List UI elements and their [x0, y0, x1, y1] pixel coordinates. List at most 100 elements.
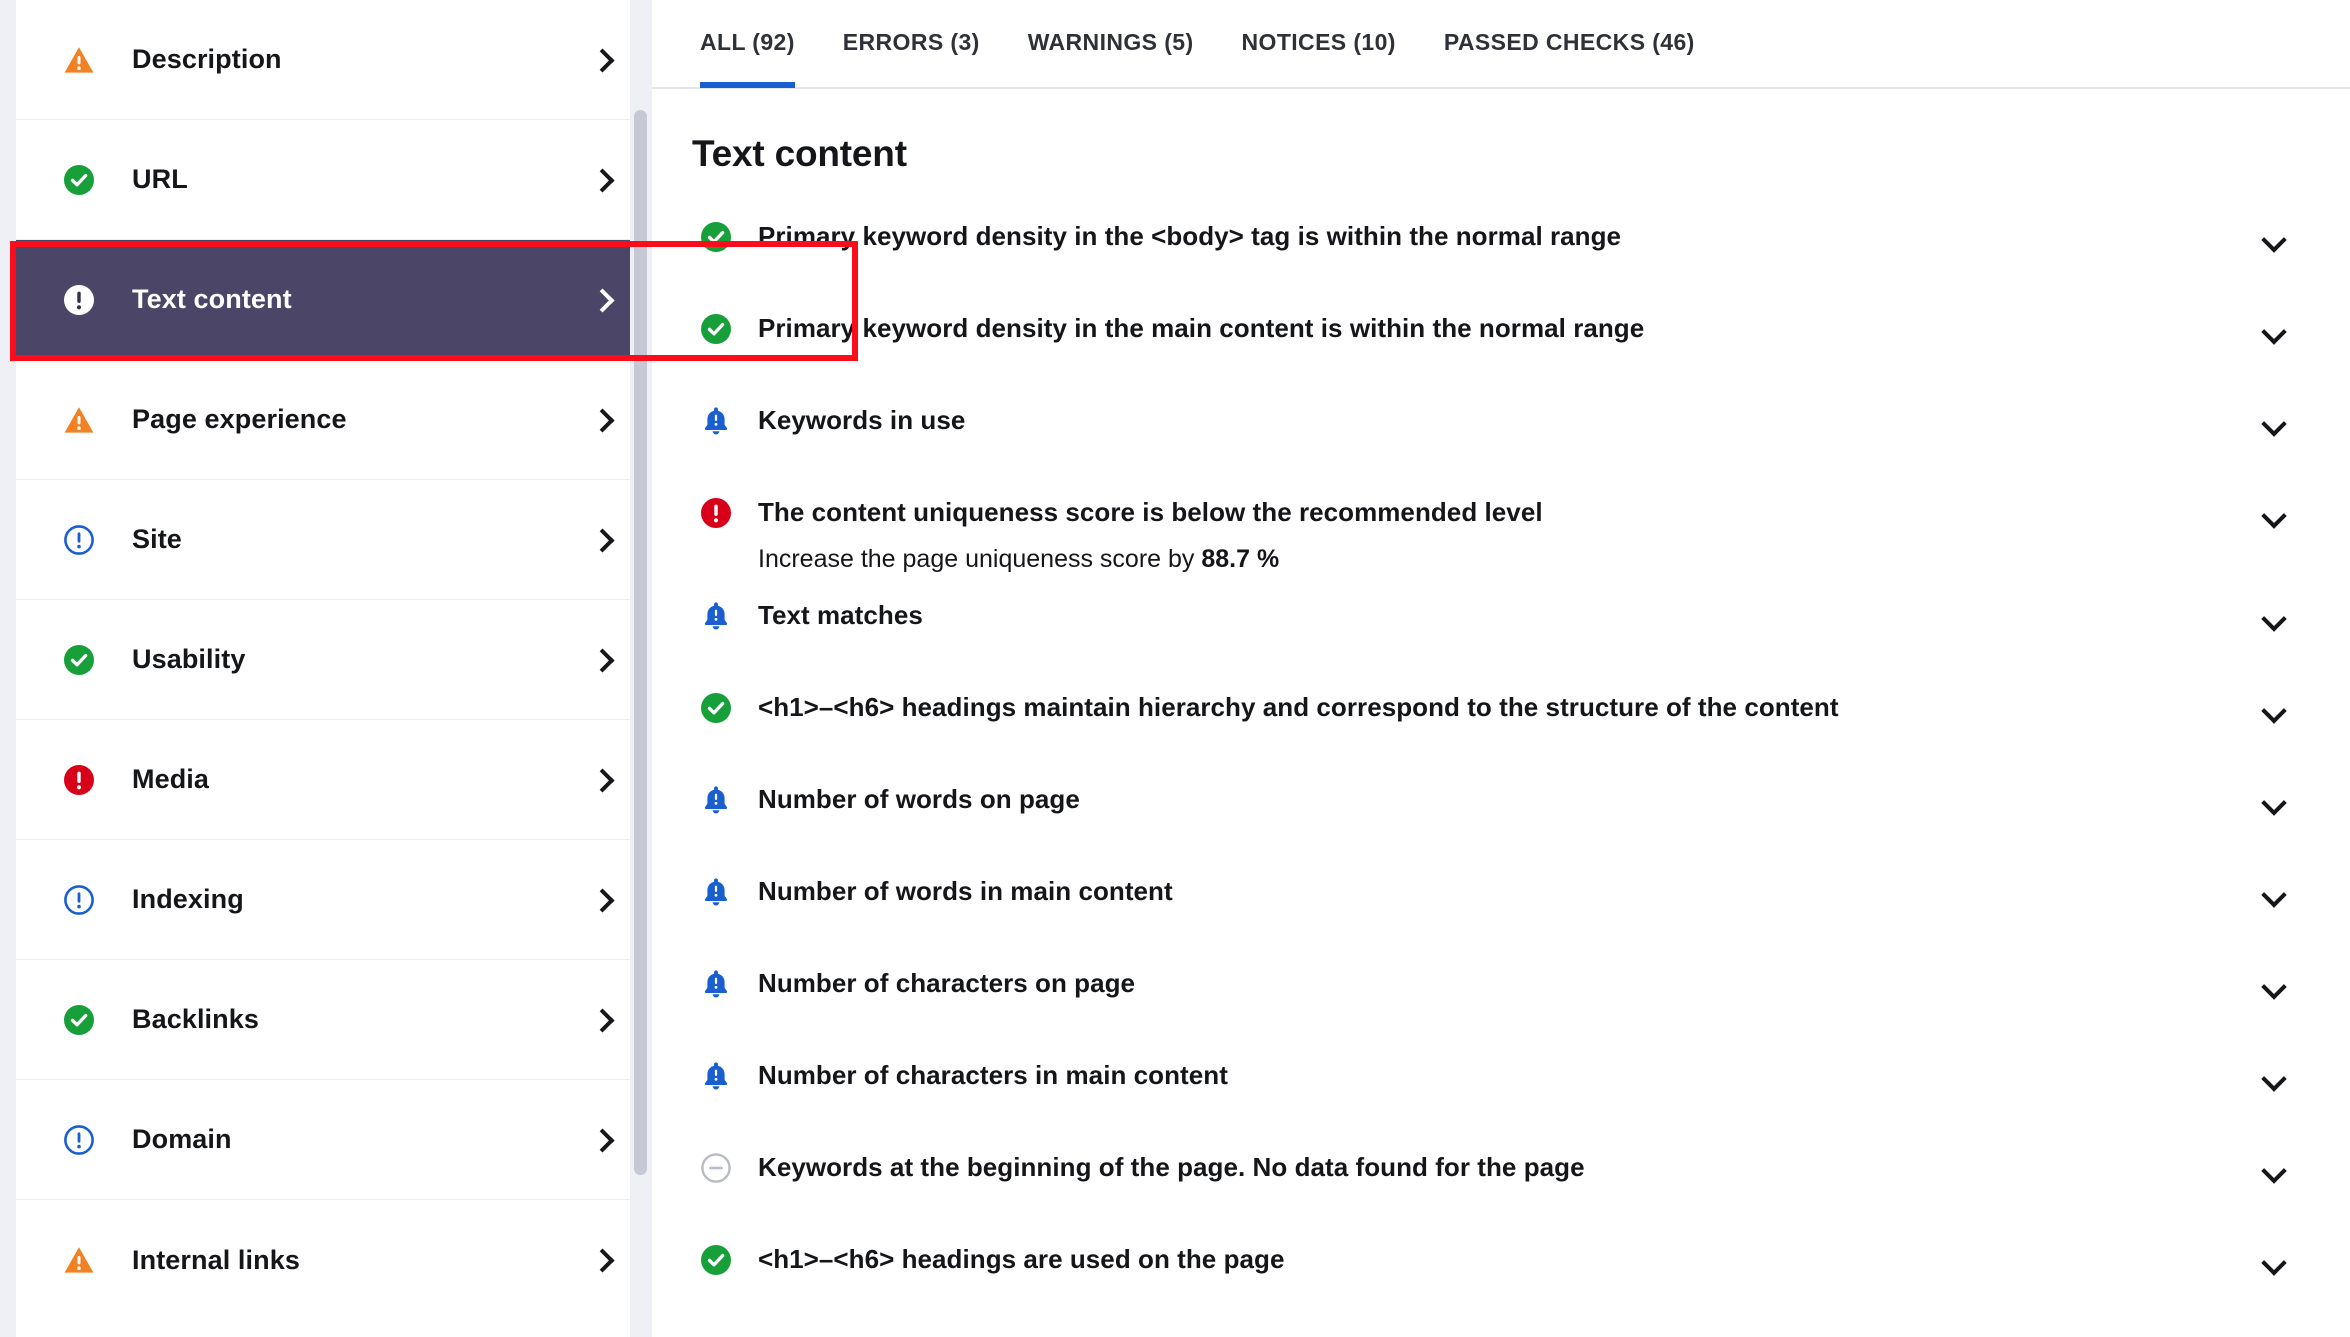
filter-tabbar: ALL (92) ERRORS (3) WARNINGS (5) NOTICES (1…	[652, 0, 2350, 89]
sidebar-scrollbar-thumb[interactable]	[634, 110, 647, 1175]
chevron-right-icon[interactable]	[592, 525, 614, 555]
check-content: Number of characters on page	[758, 950, 2260, 1007]
notice-bell-icon	[700, 1060, 732, 1092]
check-subtext-lead: Increase the page uniqueness score by	[758, 545, 1202, 573]
sidebar-item-label: Site	[132, 524, 182, 554]
sidebar-item-label: Backlinks	[132, 1004, 259, 1034]
chevron-down-icon[interactable]	[2260, 409, 2290, 439]
chevron-right-icon[interactable]	[592, 765, 614, 795]
sidebar-item-page-experience[interactable]: Page experience	[16, 360, 648, 480]
chevron-down-icon[interactable]	[2260, 317, 2290, 347]
sidebar-item-label: Domain	[132, 1124, 232, 1154]
error-circle-icon	[62, 283, 96, 317]
chevron-down-icon[interactable]	[2260, 501, 2290, 531]
chevron-right-icon[interactable]	[592, 285, 614, 315]
success-check-icon	[700, 221, 732, 253]
chevron-right-icon[interactable]	[592, 885, 614, 915]
info-circle-icon	[62, 523, 96, 557]
check-row[interactable]: Primary keyword density in the <body> ta…	[652, 203, 2350, 295]
success-check-icon	[62, 1003, 96, 1037]
check-row[interactable]: <h1>–<h6> headings are used on the page	[652, 1226, 2350, 1318]
error-circle-icon	[62, 763, 96, 797]
chevron-right-icon[interactable]	[592, 1125, 614, 1155]
chevron-down-icon[interactable]	[2260, 880, 2290, 910]
sidebar-item-label: Description	[132, 44, 282, 74]
check-row[interactable]: Number of words in main content	[652, 858, 2350, 950]
chevron-right-icon[interactable]	[592, 405, 614, 435]
notice-bell-icon	[700, 968, 732, 1000]
chevron-down-icon[interactable]	[2260, 1156, 2290, 1186]
tab-notices[interactable]: NOTICES (10)	[1242, 0, 1396, 88]
success-check-icon	[700, 313, 732, 345]
chevron-down-icon[interactable]	[2260, 1248, 2290, 1278]
check-row[interactable]: Primary keyword density in the main cont…	[652, 295, 2350, 387]
check-row[interactable]: Text matches	[652, 582, 2350, 674]
sidebar-item-domain[interactable]: Domain	[16, 1080, 648, 1200]
page-title: Text content	[692, 133, 907, 174]
notice-bell-icon	[700, 876, 732, 908]
check-label: Number of characters in main content	[758, 1060, 1228, 1090]
check-content: Number of words on page	[758, 766, 2260, 823]
sidebar-item-text-content[interactable]: Text content	[16, 240, 648, 360]
tab-warnings[interactable]: WARNINGS (5)	[1028, 0, 1194, 88]
check-label: Keywords in use	[758, 405, 966, 435]
check-row[interactable]: Number of words on page	[652, 766, 2350, 858]
chevron-down-icon[interactable]	[2260, 225, 2290, 255]
check-content: Keywords at the beginning of the page. N…	[758, 1134, 2260, 1191]
check-row[interactable]: The content uniqueness score is below th…	[652, 479, 2350, 582]
check-row[interactable]: Keywords at the beginning of the page. N…	[652, 1134, 2350, 1226]
sidebar-item-backlinks[interactable]: Backlinks	[16, 960, 648, 1080]
sidebar-item-label: Indexing	[132, 884, 244, 914]
check-label: Number of characters on page	[758, 968, 1136, 998]
chevron-right-icon[interactable]	[592, 165, 614, 195]
chevron-down-icon[interactable]	[2260, 604, 2290, 634]
sidebar-item-url[interactable]: URL	[16, 120, 648, 240]
no-data-minus-icon	[700, 1152, 732, 1184]
warning-triangle-icon	[62, 403, 96, 437]
check-row[interactable]: Number of characters in main content	[652, 1042, 2350, 1134]
chevron-right-icon[interactable]	[592, 45, 614, 75]
sidebar-item-internal-links[interactable]: Internal links	[16, 1200, 648, 1320]
sidebar-item-media[interactable]: Media	[16, 720, 648, 840]
sidebar-item-description[interactable]: Description	[16, 0, 648, 120]
success-check-icon	[62, 163, 96, 197]
success-check-icon	[62, 643, 96, 677]
tab-all[interactable]: ALL (92)	[700, 0, 795, 88]
chevron-right-icon[interactable]	[592, 1005, 614, 1035]
check-content: <h1>–<h6> headings are used on the page	[758, 1226, 2260, 1283]
warning-triangle-icon	[62, 1243, 96, 1277]
check-label: Primary keyword density in the main cont…	[758, 313, 1645, 343]
check-content: Number of words in main content	[758, 858, 2260, 915]
success-check-icon	[700, 692, 732, 724]
sidebar-item-label: Media	[132, 764, 210, 794]
tab-passed-checks[interactable]: PASSED CHECKS (46)	[1444, 0, 1695, 88]
error-circle-icon	[700, 497, 732, 529]
check-row[interactable]: Number of characters on page	[652, 950, 2350, 1042]
category-sidebar: Description URL Text content Page experienc…	[16, 0, 648, 1337]
chevron-right-icon[interactable]	[592, 1245, 614, 1275]
chevron-down-icon[interactable]	[2260, 696, 2290, 726]
success-check-icon	[700, 1244, 732, 1276]
check-content: Keywords in use	[758, 387, 2260, 444]
chevron-right-icon[interactable]	[592, 645, 614, 675]
notice-bell-icon	[700, 405, 732, 437]
chevron-down-icon[interactable]	[2260, 972, 2290, 1002]
info-circle-icon	[62, 883, 96, 917]
tab-errors[interactable]: ERRORS (3)	[843, 0, 980, 88]
check-label: <h1>–<h6> headings maintain hierarchy an…	[758, 692, 1839, 722]
chevron-down-icon[interactable]	[2260, 788, 2290, 818]
check-content: Primary keyword density in the main cont…	[758, 295, 2260, 352]
check-row[interactable]: Keywords in use	[652, 387, 2350, 479]
sidebar-item-usability[interactable]: Usability	[16, 600, 648, 720]
check-row[interactable]: <h1>–<h6> headings maintain hierarchy an…	[652, 674, 2350, 766]
seo-audit-screen: Description URL Text content Page experienc…	[0, 0, 2350, 1337]
sidebar-item-site[interactable]: Site	[16, 480, 648, 600]
chevron-down-icon[interactable]	[2260, 1064, 2290, 1094]
check-subtext: Increase the page uniqueness score by 88…	[758, 536, 2260, 582]
check-content: <h1>–<h6> headings maintain hierarchy an…	[758, 674, 2260, 731]
sidebar-scrollbar-track[interactable]	[630, 0, 652, 1337]
check-label: Number of words in main content	[758, 876, 1173, 906]
sidebar-item-indexing[interactable]: Indexing	[16, 840, 648, 960]
check-label: Keywords at the beginning of the page. N…	[758, 1152, 1585, 1182]
sidebar-item-label: Text content	[132, 284, 292, 314]
